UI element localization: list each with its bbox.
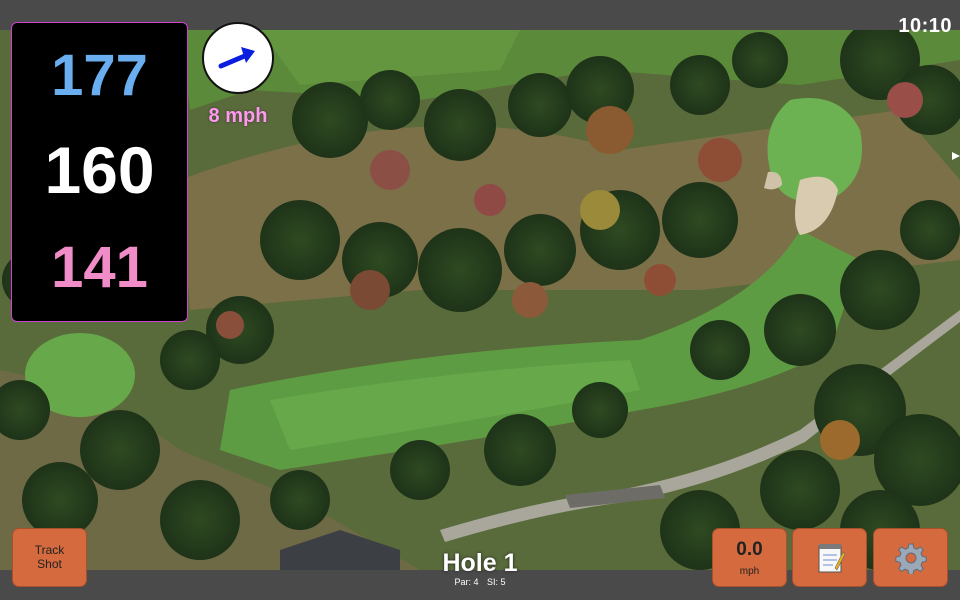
gear-icon	[894, 543, 927, 574]
notepad-icon	[818, 543, 845, 572]
speed-unit: mph	[739, 566, 760, 577]
status-time: 10:10	[898, 15, 952, 37]
speed-value: 0.0	[736, 539, 763, 560]
distance-panel: 177 160 141	[11, 22, 188, 322]
settings-button[interactable]	[873, 528, 948, 587]
distance-back: 177	[51, 43, 148, 108]
wind-speed-label: 8 mph	[208, 105, 268, 127]
wind-direction-arrow-icon	[218, 47, 255, 69]
speed-button[interactable]: 0.0 mph	[712, 528, 787, 587]
hole-title: Hole 1	[442, 549, 518, 577]
track-shot-button[interactable]: Track Shot	[12, 528, 87, 587]
hole-par: Par: 4	[454, 577, 479, 587]
hole-stroke-index: SI: 5	[487, 577, 506, 587]
distance-front: 141	[51, 235, 148, 300]
track-shot-label-line1: Track	[34, 542, 65, 557]
distance-middle: 160	[44, 133, 155, 207]
track-shot-label-line2: Shot	[37, 556, 62, 571]
flag-marker-icon	[952, 152, 960, 160]
notes-button[interactable]	[792, 528, 867, 587]
wind-indicator[interactable]	[202, 22, 274, 94]
hole-info: Par: 4 SI: 5	[400, 577, 560, 587]
